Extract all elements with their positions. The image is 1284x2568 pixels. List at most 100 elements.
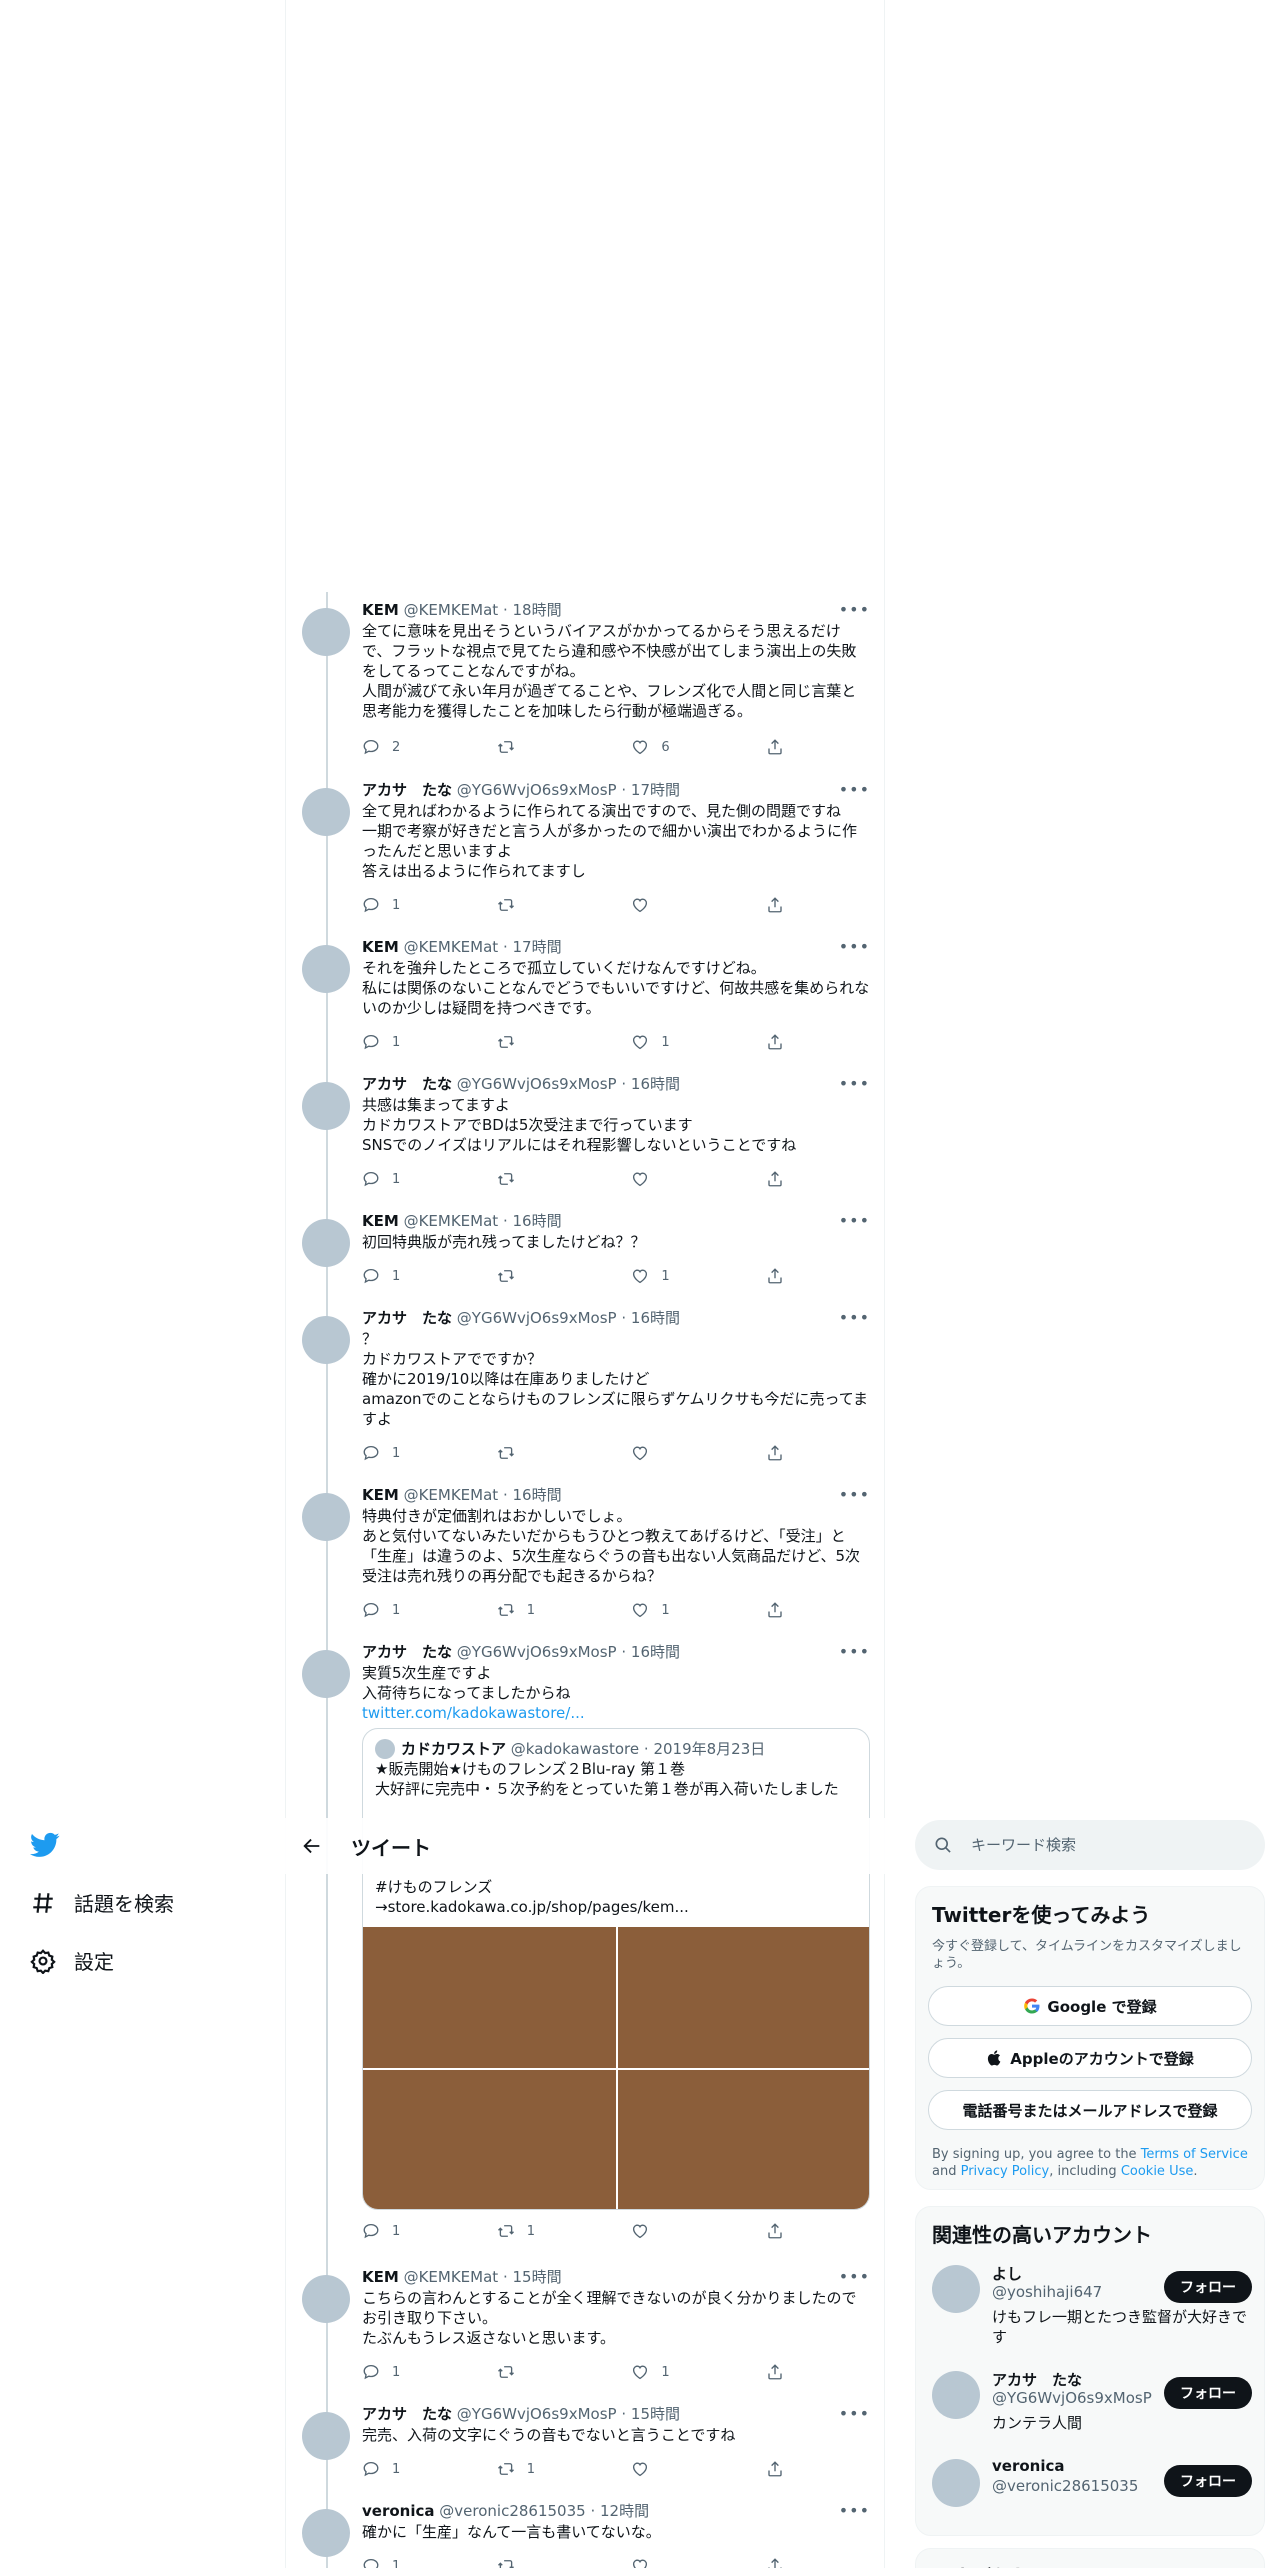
avatar[interactable]: [932, 2459, 980, 2507]
share-button[interactable]: [766, 738, 802, 756]
tweet-author-name[interactable]: アカサ たな: [362, 781, 452, 799]
account-name[interactable]: veronica: [992, 2457, 1065, 2475]
tweet-time[interactable]: 16時間: [631, 1309, 680, 1327]
like-button[interactable]: 1: [631, 1033, 766, 1051]
tweet-author-name[interactable]: KEM: [362, 2268, 399, 2286]
privacy-link[interactable]: Privacy Policy: [961, 2164, 1050, 2179]
retweet-button[interactable]: 1: [497, 1601, 632, 1619]
twitter-logo-icon[interactable]: [30, 1830, 60, 1860]
reply-button[interactable]: 1: [362, 1267, 497, 1285]
tweet-author-handle[interactable]: @YG6WvjO6s9xMosP: [457, 781, 617, 799]
nav-explore[interactable]: 話題を検索: [30, 1888, 174, 1917]
share-button[interactable]: [766, 2460, 802, 2478]
reply-button[interactable]: 1: [362, 1033, 497, 1051]
tweet-time[interactable]: 17時間: [631, 781, 680, 799]
retweet-button[interactable]: [497, 1267, 632, 1285]
tweet-author-handle[interactable]: @veronic28615035: [439, 2502, 585, 2520]
more-options-icon[interactable]: •••: [839, 2267, 870, 2286]
share-button[interactable]: [766, 2222, 802, 2240]
share-button[interactable]: [766, 1170, 802, 1188]
tweet-time[interactable]: 16時間: [631, 1075, 680, 1093]
reply-button[interactable]: 1: [362, 1170, 497, 1188]
media-image[interactable]: [363, 1927, 616, 2068]
retweet-button[interactable]: [497, 1444, 632, 1462]
tweet-author-handle[interactable]: @YG6WvjO6s9xMosP: [457, 2405, 617, 2423]
like-button[interactable]: [631, 2557, 766, 2568]
retweet-button[interactable]: [497, 1033, 632, 1051]
more-options-icon[interactable]: •••: [839, 1308, 870, 1327]
account-name[interactable]: アカサ たな: [992, 2369, 1082, 2390]
apple-signup-button[interactable]: Appleのアカウントで登録: [928, 2038, 1252, 2078]
tweet-author-handle[interactable]: @KEMKEMat: [404, 2268, 499, 2286]
media-image[interactable]: [363, 2070, 616, 2209]
media-image[interactable]: [618, 2070, 869, 2209]
tweet-author-handle[interactable]: @KEMKEMat: [404, 1212, 499, 1230]
share-button[interactable]: [766, 896, 802, 914]
account-handle[interactable]: @veronic28615035: [992, 2477, 1138, 2495]
avatar[interactable]: [302, 945, 350, 993]
reply-button[interactable]: 1: [362, 1444, 497, 1462]
avatar[interactable]: [302, 1082, 350, 1130]
like-button[interactable]: [631, 1444, 766, 1462]
google-signup-button[interactable]: Google で登録: [928, 1986, 1252, 2026]
tweet-time[interactable]: 15時間: [631, 2405, 680, 2423]
nav-settings[interactable]: 設定: [30, 1946, 114, 1975]
tweet-time[interactable]: 15時間: [513, 2268, 562, 2286]
tweet-author-name[interactable]: KEM: [362, 601, 399, 619]
more-options-icon[interactable]: •••: [839, 780, 870, 799]
avatar[interactable]: [302, 1493, 350, 1541]
retweet-button[interactable]: 1: [497, 2222, 632, 2240]
retweet-button[interactable]: [497, 738, 632, 756]
tweet-author-name[interactable]: アカサ たな: [362, 2405, 452, 2423]
like-button[interactable]: 6: [631, 738, 766, 756]
retweet-button[interactable]: [497, 1170, 632, 1188]
tweet-author-name[interactable]: アカサ たな: [362, 1075, 452, 1093]
avatar[interactable]: [302, 1219, 350, 1267]
tweet-author-name[interactable]: KEM: [362, 938, 399, 956]
tweet-author-handle[interactable]: @YG6WvjO6s9xMosP: [457, 1643, 617, 1661]
follow-button[interactable]: フォロー: [1164, 2377, 1252, 2409]
like-button[interactable]: [631, 896, 766, 914]
share-button[interactable]: [766, 1601, 802, 1619]
search-input[interactable]: [971, 1836, 1251, 1854]
like-button[interactable]: 1: [631, 1601, 766, 1619]
tweet-author-name[interactable]: veronica: [362, 2502, 435, 2520]
avatar[interactable]: [302, 2412, 350, 2460]
account-handle[interactable]: @YG6WvjO6s9xMosP: [992, 2389, 1152, 2407]
terms-link[interactable]: Terms of Service: [1141, 2147, 1248, 2162]
tweet-author-name[interactable]: KEM: [362, 1212, 399, 1230]
share-button[interactable]: [766, 1267, 802, 1285]
like-button[interactable]: [631, 2460, 766, 2478]
reply-button[interactable]: 1: [362, 2222, 497, 2240]
like-button[interactable]: 1: [631, 1267, 766, 1285]
tweet-author-handle[interactable]: @KEMKEMat: [404, 938, 499, 956]
follow-button[interactable]: フォロー: [1164, 2271, 1252, 2303]
phone-email-signup-button[interactable]: 電話番号またはメールアドレスで登録: [928, 2090, 1252, 2130]
share-button[interactable]: [766, 1033, 802, 1051]
share-button[interactable]: [766, 2363, 802, 2381]
tweet-author-name[interactable]: アカサ たな: [362, 1643, 452, 1661]
tweet-time[interactable]: 16時間: [513, 1486, 562, 1504]
tweet-author-handle[interactable]: @KEMKEMat: [404, 1486, 499, 1504]
search-box[interactable]: [915, 1820, 1265, 1870]
tweet-time[interactable]: 18時間: [513, 601, 562, 619]
account-handle[interactable]: @yoshihaji647: [992, 2283, 1102, 2301]
more-options-icon[interactable]: •••: [839, 600, 870, 619]
retweet-button[interactable]: [497, 2557, 632, 2568]
avatar[interactable]: [932, 2371, 980, 2419]
more-options-icon[interactable]: •••: [839, 1642, 870, 1661]
tweet-author-handle[interactable]: @YG6WvjO6s9xMosP: [457, 1075, 617, 1093]
tweet-time[interactable]: 12時間: [600, 2502, 649, 2520]
tweet-time[interactable]: 16時間: [513, 1212, 562, 1230]
more-options-icon[interactable]: •••: [839, 937, 870, 956]
reply-button[interactable]: 1: [362, 1601, 497, 1619]
tweet-author-handle[interactable]: @KEMKEMat: [404, 601, 499, 619]
tweet-author-name[interactable]: KEM: [362, 1486, 399, 1504]
reply-button[interactable]: 1: [362, 2460, 497, 2478]
cookie-link[interactable]: Cookie Use: [1121, 2164, 1194, 2179]
follow-button[interactable]: フォロー: [1164, 2465, 1252, 2497]
reply-button[interactable]: 1: [362, 2363, 497, 2381]
account-name[interactable]: よし: [992, 2263, 1022, 2284]
avatar[interactable]: [302, 608, 350, 656]
like-button[interactable]: [631, 1170, 766, 1188]
